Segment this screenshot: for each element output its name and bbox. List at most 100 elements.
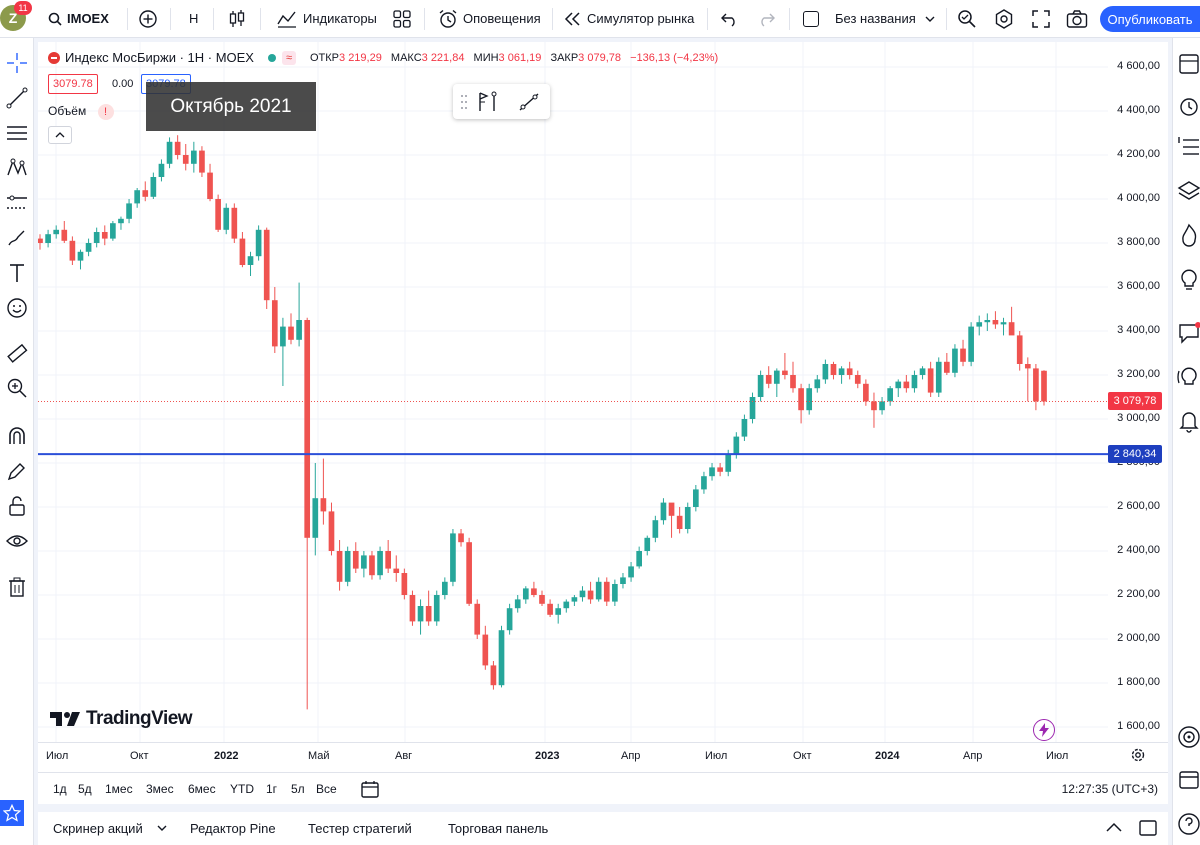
candle[interactable] xyxy=(409,595,416,622)
candle[interactable] xyxy=(838,368,845,375)
candle[interactable] xyxy=(684,507,691,529)
candle[interactable] xyxy=(830,364,837,375)
series-title[interactable]: Индекс МосБиржи · 1Н · MOEX xyxy=(65,50,254,65)
candle[interactable] xyxy=(118,218,124,224)
flag-ruler-icon[interactable] xyxy=(476,90,502,114)
candle[interactable] xyxy=(871,401,877,411)
candle[interactable] xyxy=(385,551,391,569)
data-problem-icon[interactable]: ≈ xyxy=(281,50,296,65)
tab-strategy-tester[interactable]: Тестер стратегий xyxy=(308,821,412,836)
candle[interactable] xyxy=(676,515,683,529)
candle[interactable] xyxy=(466,542,472,604)
range-button[interactable]: 5д xyxy=(78,782,92,796)
candle[interactable] xyxy=(887,388,893,402)
chart-settings-button[interactable] xyxy=(1130,747,1146,768)
crosshair-tool[interactable] xyxy=(0,50,34,76)
volume-warning-icon[interactable]: ! xyxy=(97,104,114,120)
trendline-tool[interactable] xyxy=(0,85,34,111)
horizontal-line-price-label[interactable]: 2 840,34 xyxy=(1108,445,1162,464)
candle[interactable] xyxy=(110,223,116,239)
trend-line-icon[interactable] xyxy=(517,90,541,114)
candle[interactable] xyxy=(53,229,60,235)
bell-icon[interactable] xyxy=(1177,409,1200,433)
candle[interactable] xyxy=(935,361,942,393)
lock-drawings-tool[interactable] xyxy=(0,493,34,519)
volume-legend[interactable]: Объём ! xyxy=(48,104,114,120)
candle[interactable] xyxy=(166,141,173,164)
candle[interactable] xyxy=(765,375,772,384)
candle[interactable] xyxy=(450,533,456,582)
candle[interactable] xyxy=(263,229,270,301)
tradingview-logo[interactable]: TradingView xyxy=(50,708,193,730)
candle[interactable] xyxy=(393,568,400,573)
time-axis[interactable]: Июл Окт 2022 Май Авг 2023 Апр Июл Окт 2024 Апр Июл xyxy=(38,742,1168,768)
candle[interactable] xyxy=(701,476,707,490)
candle[interactable] xyxy=(239,238,246,265)
candle[interactable] xyxy=(846,368,853,375)
candle[interactable] xyxy=(442,581,448,595)
help-icon[interactable] xyxy=(1177,812,1200,836)
candle[interactable] xyxy=(854,375,861,384)
range-button[interactable]: 3мес xyxy=(146,782,174,796)
range-button[interactable]: 1г xyxy=(266,782,277,796)
candle[interactable] xyxy=(612,584,618,602)
fib-tool[interactable] xyxy=(0,120,34,146)
watchlist-icon[interactable] xyxy=(1177,52,1200,76)
forecast-tool[interactable] xyxy=(0,190,34,216)
icon-tool[interactable] xyxy=(0,295,34,321)
indicators-button[interactable]: Индикаторы xyxy=(268,0,385,38)
undo-button[interactable] xyxy=(721,11,739,30)
candle[interactable] xyxy=(320,498,327,512)
candle[interactable] xyxy=(992,320,999,325)
interval-button[interactable]: H xyxy=(181,0,206,38)
floating-drawing-toolbar[interactable] xyxy=(453,84,550,119)
candle[interactable] xyxy=(490,665,497,686)
candle[interactable] xyxy=(952,348,958,373)
candle[interactable] xyxy=(668,502,675,516)
user-avatar[interactable]: Z 11 xyxy=(0,0,34,38)
candle[interactable] xyxy=(620,577,626,584)
candle[interactable] xyxy=(498,630,505,686)
candle[interactable] xyxy=(814,379,821,389)
candle[interactable] xyxy=(919,368,926,375)
calendar-icon[interactable] xyxy=(1177,767,1200,791)
candle[interactable] xyxy=(215,199,221,230)
collapse-legend-button[interactable] xyxy=(48,126,72,144)
candle[interactable] xyxy=(433,595,440,622)
candle[interactable] xyxy=(539,595,545,604)
candle[interactable] xyxy=(482,634,489,666)
tab-pine-editor[interactable]: Редактор Pine xyxy=(190,821,276,836)
candle[interactable] xyxy=(547,603,553,615)
maximize-panel-button[interactable] xyxy=(1138,819,1158,840)
candle[interactable] xyxy=(377,551,383,576)
candle[interactable] xyxy=(296,320,302,340)
candle[interactable] xyxy=(522,588,529,600)
stay-drawing-tool[interactable] xyxy=(0,458,34,484)
sell-price-box[interactable]: 3079.78 xyxy=(48,74,98,94)
candle[interactable] xyxy=(255,229,262,257)
candle[interactable] xyxy=(231,207,238,239)
range-button[interactable]: Все xyxy=(316,782,337,796)
candle[interactable] xyxy=(749,397,756,419)
candle[interactable] xyxy=(77,251,84,261)
candle[interactable] xyxy=(660,502,667,521)
range-button[interactable]: 1д xyxy=(53,782,67,796)
text-tool[interactable] xyxy=(0,260,34,286)
candle[interactable] xyxy=(563,601,570,609)
favorites-tool[interactable] xyxy=(0,800,24,826)
candle[interactable] xyxy=(628,566,634,578)
price-chart[interactable] xyxy=(38,42,1108,742)
symbol-search[interactable]: IMOEX xyxy=(40,0,117,38)
candle[interactable] xyxy=(182,155,189,164)
candle[interactable] xyxy=(903,381,910,389)
candle[interactable] xyxy=(976,322,983,327)
range-button[interactable]: 5л xyxy=(291,782,305,796)
ideas-lightbulb-icon[interactable] xyxy=(1177,267,1200,291)
candle[interactable] xyxy=(863,383,869,402)
candle[interactable] xyxy=(1041,370,1047,402)
layout-checkbox[interactable] xyxy=(803,10,819,27)
candle[interactable] xyxy=(506,608,513,631)
measure-tool[interactable] xyxy=(0,340,34,366)
templates-button[interactable] xyxy=(393,10,411,31)
hide-drawings-tool[interactable] xyxy=(0,528,34,554)
